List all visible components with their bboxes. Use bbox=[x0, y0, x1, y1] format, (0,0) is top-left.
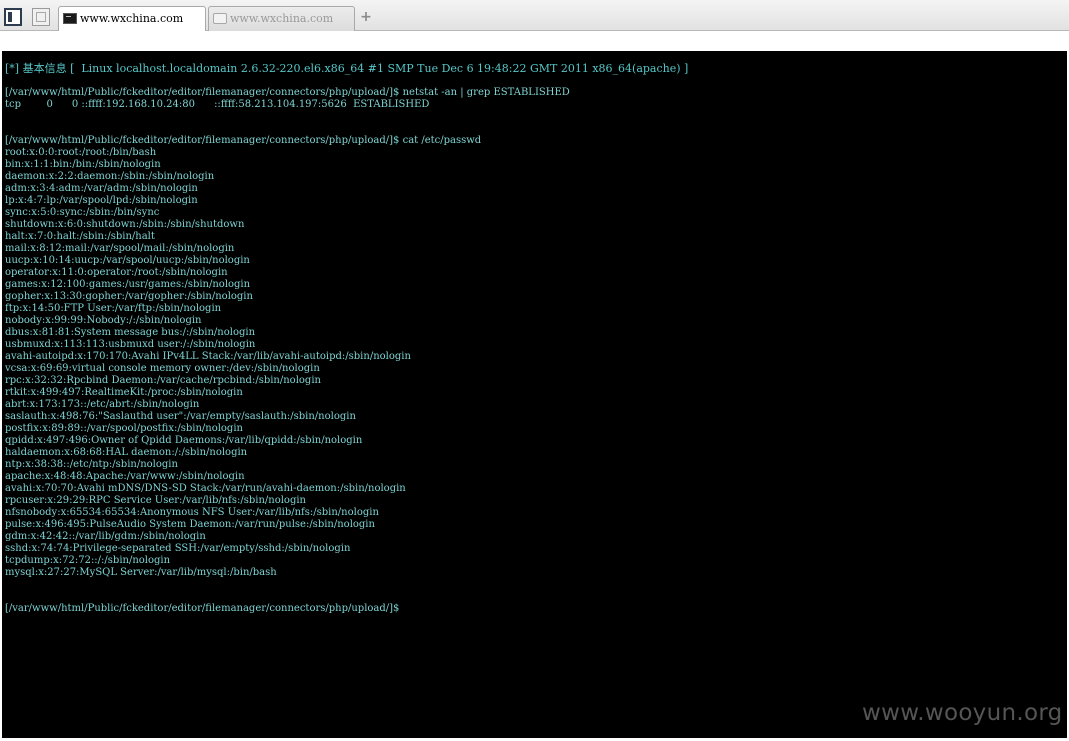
terminal-line: lp:x:4:7:lp:/var/spool/lpd:/sbin/nologin bbox=[5, 195, 198, 206]
terminal-line: abrt:x:173:173::/etc/abrt:/sbin/nologin bbox=[5, 399, 200, 410]
terminal-line: haldaemon:x:68:68:HAL daemon:/:/sbin/nol… bbox=[5, 447, 248, 458]
terminal-line: avahi-autoipd:x:170:170:Avahi IPv4LL Sta… bbox=[5, 351, 411, 362]
terminal-line: [/var/www/html/Public/fckeditor/editor/f… bbox=[5, 603, 400, 614]
terminal-line: nfsnobody:x:65534:65534:Anonymous NFS Us… bbox=[5, 507, 379, 518]
terminal-line: saslauth:x:498:76:"Saslauthd user":/var/… bbox=[5, 411, 356, 422]
sidebar-toggle-icon[interactable] bbox=[4, 8, 22, 26]
tab-inactive[interactable]: www.wxchina.com bbox=[208, 6, 355, 31]
terminal-line: dbus:x:81:81:System message bus:/:/sbin/… bbox=[5, 327, 256, 338]
terminal-line: ntp:x:38:38::/etc/ntp:/sbin/nologin bbox=[5, 459, 178, 470]
terminal-icon bbox=[63, 13, 77, 24]
page-icon bbox=[213, 13, 227, 24]
terminal-line: daemon:x:2:2:daemon:/sbin:/sbin/nologin bbox=[5, 171, 215, 182]
new-tab-button[interactable]: + bbox=[358, 9, 374, 25]
terminal-line: qpidd:x:497:496:Owner of Qpidd Daemons:/… bbox=[5, 435, 363, 446]
terminal-line: avahi:x:70:70:Avahi mDNS/DNS-SD Stack:/v… bbox=[5, 483, 406, 494]
terminal-line: sshd:x:74:74:Privilege-separated SSH:/va… bbox=[5, 543, 351, 554]
terminal-line: shutdown:x:6:0:shutdown:/sbin:/sbin/shut… bbox=[5, 219, 245, 230]
terminal-line: games:x:12:100:games:/usr/games:/sbin/no… bbox=[5, 279, 251, 290]
terminal-lines: [*] 基本信息 [ Linux localhost.localdomain 2… bbox=[5, 63, 688, 615]
terminal-line: operator:x:11:0:operator:/root:/sbin/nol… bbox=[5, 267, 228, 278]
terminal-line: pulse:x:496:495:PulseAudio System Daemon… bbox=[5, 519, 375, 530]
tab-label: www.wxchina.com bbox=[230, 12, 334, 25]
tab-label: www.wxchina.com bbox=[80, 12, 184, 25]
terminal-info-line: [*] 基本信息 [ Linux localhost.localdomain 2… bbox=[5, 62, 689, 75]
terminal-line: usbmuxd:x:113:113:usbmuxd user:/:/sbin/n… bbox=[5, 339, 256, 350]
terminal-line: sync:x:5:0:sync:/sbin:/bin/sync bbox=[5, 207, 160, 218]
terminal-line: rpcuser:x:29:29:RPC Service User:/var/li… bbox=[5, 495, 306, 506]
terminal-line: uucp:x:10:14:uucp:/var/spool/uucp:/sbin/… bbox=[5, 255, 250, 266]
tab-bar: www.wxchina.com www.wxchina.com + bbox=[0, 0, 1069, 31]
terminal-line: apache:x:48:48:Apache:/var/www:/sbin/nol… bbox=[5, 471, 245, 482]
terminal-line: ftp:x:14:50:FTP User:/var/ftp:/sbin/nolo… bbox=[5, 303, 222, 314]
terminal-line: [/var/www/html/Public/fckeditor/editor/f… bbox=[5, 87, 570, 98]
tab-active[interactable]: www.wxchina.com bbox=[58, 6, 206, 31]
terminal-line: mysql:x:27:27:MySQL Server:/var/lib/mysq… bbox=[5, 567, 277, 578]
terminal-line: tcp 0 0 ::ffff:192.168.10.24:80 ::ffff:5… bbox=[5, 99, 430, 110]
terminal-line: postfix:x:89:89::/var/spool/postfix:/sbi… bbox=[5, 423, 243, 434]
terminal-line: root:x:0:0:root:/root:/bin/bash bbox=[5, 147, 157, 158]
tab-overview-icon[interactable] bbox=[32, 8, 50, 26]
terminal-line: bin:x:1:1:bin:/bin:/sbin/nologin bbox=[5, 159, 161, 170]
terminal-line: mail:x:8:12:mail:/var/spool/mail:/sbin/n… bbox=[5, 243, 235, 254]
terminal-line: rtkit:x:499:497:RealtimeKit:/proc:/sbin/… bbox=[5, 387, 243, 398]
browser-window: www.wxchina.com www.wxchina.com + [*] 基本… bbox=[0, 0, 1069, 741]
terminal-line: adm:x:3:4:adm:/var/adm:/sbin/nologin bbox=[5, 183, 198, 194]
terminal-line: halt:x:7:0:halt:/sbin:/sbin/halt bbox=[5, 231, 155, 242]
terminal-output[interactable]: [*] 基本信息 [ Linux localhost.localdomain 2… bbox=[2, 51, 1067, 738]
terminal-line: [/var/www/html/Public/fckeditor/editor/f… bbox=[5, 135, 482, 146]
terminal-line: gdm:x:42:42::/var/lib/gdm:/sbin/nologin bbox=[5, 531, 206, 542]
terminal-line: nobody:x:99:99:Nobody:/:/sbin/nologin bbox=[5, 315, 202, 326]
terminal-line: gopher:x:13:30:gopher:/var/gopher:/sbin/… bbox=[5, 291, 253, 302]
content-top-margin bbox=[0, 31, 1069, 51]
terminal-line: rpc:x:32:32:Rpcbind Daemon:/var/cache/rp… bbox=[5, 375, 321, 386]
terminal-line: tcpdump:x:72:72::/:/sbin/nologin bbox=[5, 555, 171, 566]
watermark: www.wooyun.org bbox=[862, 700, 1063, 726]
terminal-line: vcsa:x:69:69:virtual console memory owne… bbox=[5, 363, 320, 374]
